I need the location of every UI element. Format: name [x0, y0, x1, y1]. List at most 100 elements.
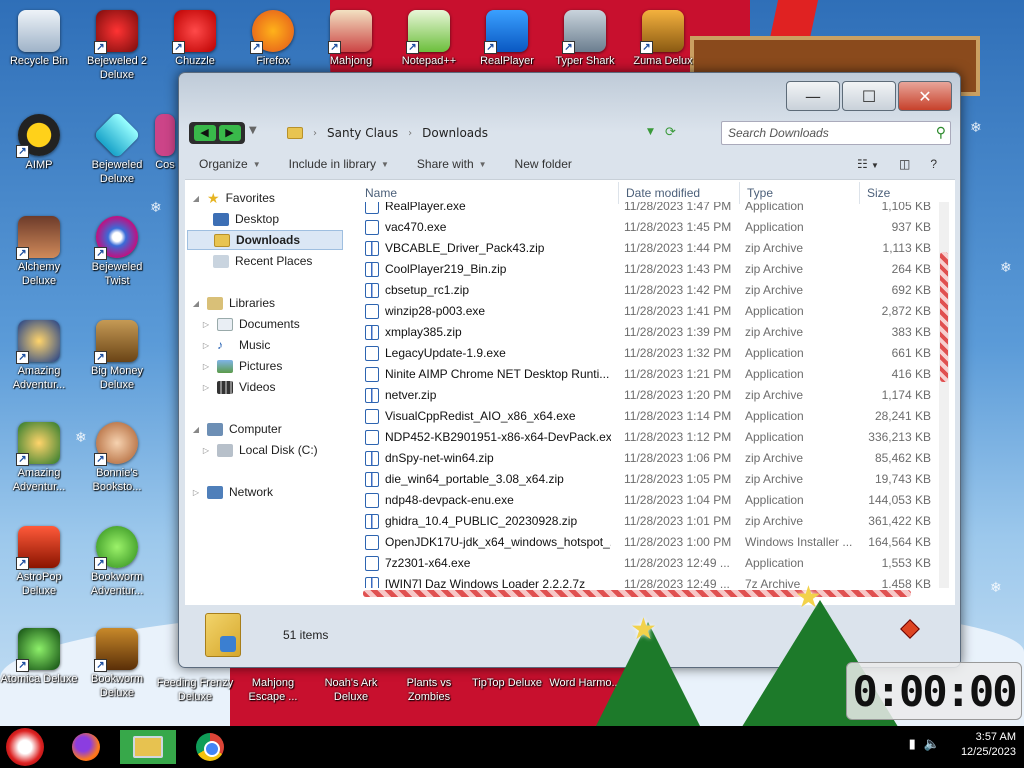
- refresh-icon[interactable]: ⟳: [665, 125, 676, 140]
- breadcrumb-downloads[interactable]: Downloads: [422, 126, 488, 140]
- desktop-icon-amazing-adventures-2[interactable]: ↗ Amazing Adventur...: [0, 418, 78, 494]
- expand-arrow-icon[interactable]: ▷: [191, 488, 201, 497]
- desktop-icon-amazing-adventures-1[interactable]: ↗ Amazing Adventur...: [0, 316, 78, 392]
- desktop-icon-mahjong-escape[interactable]: Mahjong Escape ...: [234, 676, 312, 704]
- desktop-icon-plants-vs-zombies[interactable]: Plants vs Zombies: [390, 676, 468, 704]
- desktop-icon-alchemy[interactable]: ↗ Alchemy Deluxe: [0, 212, 78, 288]
- desktop-icon-bookworm-adventures[interactable]: ↗ Bookworm Adventur...: [78, 522, 156, 598]
- file-row[interactable]: NDP452-KB2901951-x86-x64-DevPack.exe 11/2…: [361, 427, 937, 448]
- desktop-icon-aimp[interactable]: ↗ AIMP: [0, 110, 78, 172]
- include-in-library-menu[interactable]: Include in library ▼: [275, 157, 403, 171]
- column-size[interactable]: Size: [867, 186, 890, 200]
- file-row[interactable]: VisualCppRedist_AIO_x86_x64.exe 11/28/202…: [361, 406, 937, 427]
- desktop-icon-atomica[interactable]: ↗ Atomica Deluxe: [0, 624, 78, 686]
- search-input[interactable]: Search Downloads ⚲: [721, 121, 951, 145]
- desktop-icon-feeding-frenzy[interactable]: Feeding Frenzy Deluxe: [156, 676, 234, 704]
- forward-arrow-icon[interactable]: ▶: [218, 125, 241, 141]
- file-row[interactable]: RealPlayer.exe 11/28/2023 1:47 PM Applicat…: [361, 202, 937, 217]
- view-options-icon[interactable]: ☷ ▼: [857, 157, 879, 171]
- desktop-icon-bookworm-deluxe[interactable]: ↗ Bookworm Deluxe: [78, 624, 156, 700]
- clock[interactable]: 3:57 AM 12/25/2023: [961, 730, 1016, 760]
- file-row[interactable]: vac470.exe 11/28/2023 1:45 PM Application 9…: [361, 217, 937, 238]
- file-row[interactable]: LegacyUpdate-1.9.exe 11/28/2023 1:32 PM Ap…: [361, 343, 937, 364]
- file-row[interactable]: ndp48-devpack-enu.exe 11/28/2023 1:04 PM A…: [361, 490, 937, 511]
- address-dropdown-icon[interactable]: ▼: [647, 127, 654, 137]
- nav-music[interactable]: ▷ ♪ Music: [201, 335, 270, 355]
- explorer-window[interactable]: — ☐ ✕ ◀ ▶ ▼ › Santy Claus › Downloads ▼ …: [178, 72, 961, 668]
- nav-recent-places[interactable]: Recent Places: [213, 251, 312, 271]
- file-row[interactable]: 7z2301-x64.exe 11/28/2023 12:49 ... Applic…: [361, 553, 937, 574]
- desktop-icon-firefox[interactable]: ↗ Firefox: [234, 6, 312, 72]
- file-row[interactable]: winzip28-p003.exe 11/28/2023 1:41 PM Appli…: [361, 301, 937, 322]
- expand-arrow-icon[interactable]: ▷: [201, 362, 211, 371]
- nav-computer[interactable]: ◢ Computer: [191, 419, 282, 439]
- start-button[interactable]: [6, 728, 44, 766]
- nav-favorites[interactable]: ◢ ★ Favorites: [191, 188, 275, 208]
- expand-arrow-icon[interactable]: ◢: [191, 194, 201, 203]
- nav-libraries[interactable]: ◢ Libraries: [191, 293, 275, 313]
- volume-icon[interactable]: 🔈: [924, 737, 940, 752]
- scrollbar-thumb[interactable]: [940, 252, 948, 382]
- timer-gadget[interactable]: 0:00:00: [846, 662, 1022, 720]
- desktop-icon-notepadpp[interactable]: ↗ Notepad++: [390, 6, 468, 72]
- network-icon[interactable]: ▮: [909, 737, 916, 752]
- expand-arrow-icon[interactable]: ▷: [201, 383, 211, 392]
- back-arrow-icon[interactable]: ◀: [193, 125, 216, 141]
- nav-videos[interactable]: ▷ Videos: [201, 377, 276, 397]
- file-row[interactable]: cbsetup_rc1.zip 11/28/2023 1:42 PM zip Arc…: [361, 280, 937, 301]
- maximize-button[interactable]: ☐: [842, 81, 896, 111]
- desktop-icon-zuma[interactable]: ↗ Zuma Delux: [624, 6, 702, 72]
- taskbar-firefox[interactable]: [66, 730, 106, 764]
- nav-pictures[interactable]: ▷ Pictures: [201, 356, 282, 376]
- close-button[interactable]: ✕: [898, 81, 952, 111]
- horizontal-scrollbar[interactable]: [363, 590, 911, 597]
- column-name[interactable]: Name: [365, 186, 397, 200]
- desktop-icon-mahjong[interactable]: ↗ Mahjong: [312, 6, 390, 72]
- recent-pages-dropdown-icon[interactable]: ▼: [249, 125, 257, 136]
- help-icon[interactable]: ?: [930, 157, 937, 171]
- address-bar[interactable]: › Santy Claus › Downloads: [287, 121, 687, 145]
- search-icon[interactable]: ⚲: [936, 124, 946, 141]
- desktop-icon-astropop[interactable]: ↗ AstroPop Deluxe: [0, 522, 78, 598]
- desktop-icon-chuzzle[interactable]: ↗ Chuzzle: [156, 6, 234, 72]
- file-row[interactable]: ghidra_10.4_PUBLIC_20230928.zip 11/28/202…: [361, 511, 937, 532]
- nav-downloads[interactable]: Downloads: [187, 230, 343, 250]
- chevron-right-icon[interactable]: ›: [313, 128, 317, 139]
- desktop-icon-recycle-bin[interactable]: Recycle Bin: [0, 6, 78, 68]
- desktop-icon-bejeweled-twist[interactable]: ↗ Bejeweled Twist: [78, 212, 156, 288]
- column-type[interactable]: Type: [747, 186, 773, 200]
- nav-documents[interactable]: ▷ Documents: [201, 314, 300, 334]
- desktop-icon-bejeweled[interactable]: Bejeweled Deluxe: [78, 110, 156, 186]
- vertical-scrollbar[interactable]: [939, 202, 949, 588]
- file-row[interactable]: CoolPlayer219_Bin.zip 11/28/2023 1:43 PM z…: [361, 259, 937, 280]
- expand-arrow-icon[interactable]: ▷: [201, 341, 211, 350]
- file-row[interactable]: netver.zip 11/28/2023 1:20 PM zip Archive 1…: [361, 385, 937, 406]
- share-with-menu[interactable]: Share with ▼: [403, 157, 501, 171]
- nav-desktop[interactable]: Desktop: [213, 209, 279, 229]
- expand-arrow-icon[interactable]: ◢: [191, 299, 201, 308]
- desktop-icon-cos[interactable]: Cos: [150, 110, 180, 172]
- desktop-icon-noahs-ark[interactable]: Noah's Ark Deluxe: [312, 676, 390, 704]
- desktop-icon-bejeweled2[interactable]: ↗ Bejeweled 2 Deluxe: [78, 6, 156, 82]
- expand-arrow-icon[interactable]: ▷: [201, 320, 211, 329]
- desktop-icon-bonnies-bookstore[interactable]: ↗ Bonnie's Booksto...: [78, 418, 156, 494]
- file-row[interactable]: Ninite AIMP Chrome NET Desktop Runti... 1…: [361, 364, 937, 385]
- file-row[interactable]: VBCABLE_Driver_Pack43.zip 11/28/2023 1:44…: [361, 238, 937, 259]
- chevron-right-icon[interactable]: ›: [408, 128, 412, 139]
- desktop-icon-realplayer[interactable]: ↗ RealPlayer: [468, 6, 546, 72]
- expand-arrow-icon[interactable]: ◢: [191, 425, 201, 434]
- minimize-button[interactable]: —: [786, 81, 840, 111]
- expand-arrow-icon[interactable]: ▷: [201, 446, 211, 455]
- new-folder-button[interactable]: New folder: [501, 157, 586, 171]
- file-row[interactable]: dnSpy-net-win64.zip 11/28/2023 1:06 PM zip…: [361, 448, 937, 469]
- file-row[interactable]: OpenJDK17U-jdk_x64_windows_hotspot_... 11…: [361, 532, 937, 553]
- desktop-icon-tiptop[interactable]: TipTop Deluxe: [468, 676, 546, 690]
- desktop-icon-big-money[interactable]: ↗ Big Money Deluxe: [78, 316, 156, 392]
- nav-network[interactable]: ▷ Network: [191, 482, 273, 502]
- breadcrumb-santy-claus[interactable]: Santy Claus: [327, 126, 398, 140]
- nav-local-disk[interactable]: ▷ Local Disk (C:): [201, 440, 318, 460]
- taskbar-explorer[interactable]: [120, 730, 176, 764]
- preview-pane-icon[interactable]: ◫: [899, 157, 910, 171]
- file-row[interactable]: die_win64_portable_3.08_x64.zip 11/28/202…: [361, 469, 937, 490]
- organize-menu[interactable]: Organize ▼: [185, 157, 275, 171]
